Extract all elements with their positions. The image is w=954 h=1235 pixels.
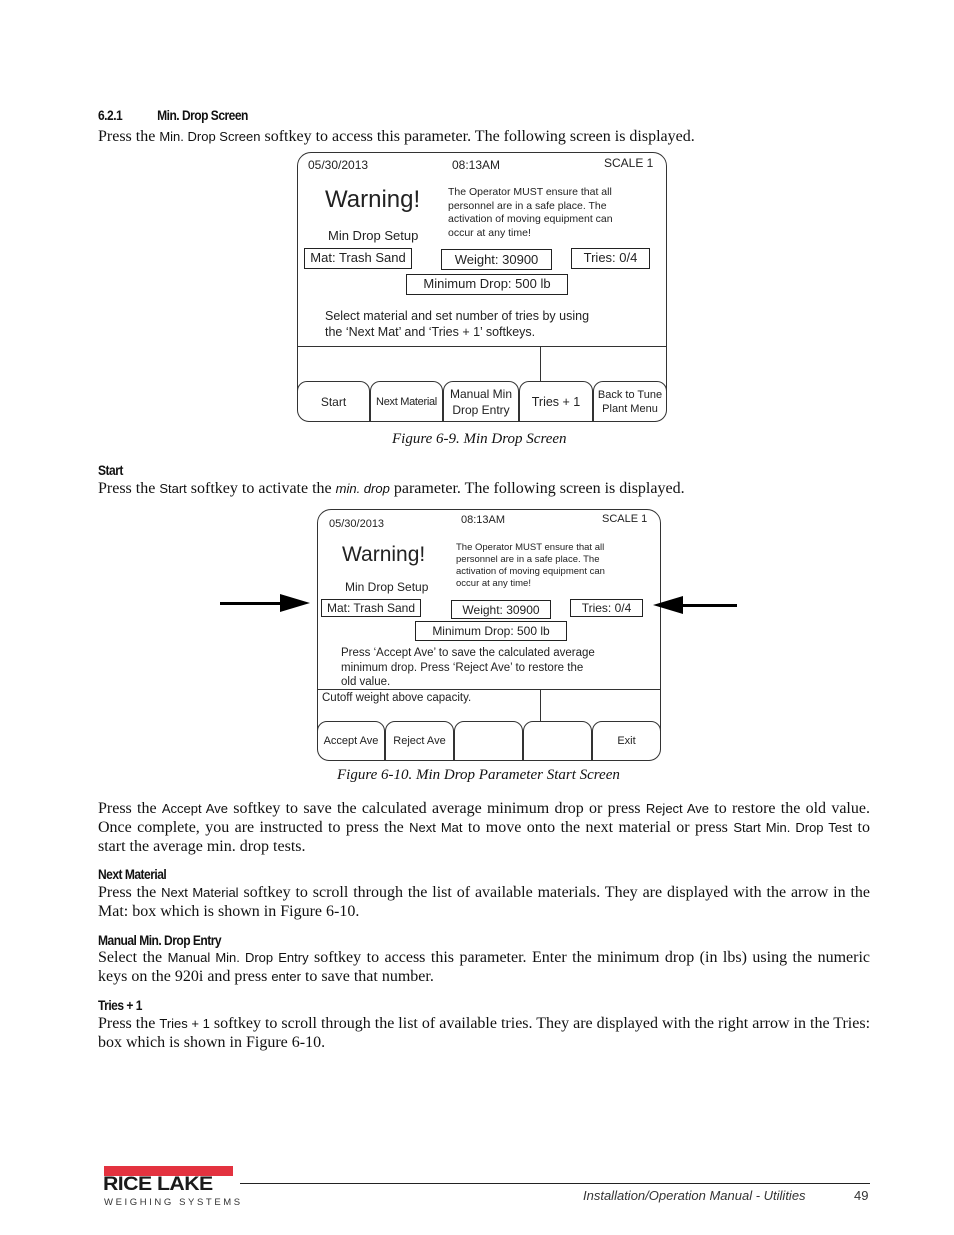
softkey-next-material[interactable]: Next Material bbox=[370, 381, 443, 422]
divider bbox=[540, 346, 541, 381]
weight-box: Weight: 30900 bbox=[441, 249, 552, 270]
section-title: Min. Drop Screen bbox=[157, 107, 248, 123]
weight-box: Weight: 30900 bbox=[451, 600, 551, 619]
setup-subtitle: Min Drop Setup bbox=[328, 228, 419, 243]
next-material-paragraph: Press the Next Material softkey to scrol… bbox=[98, 884, 871, 920]
softkey-manual-min-drop-entry[interactable]: Manual Min Drop Entry bbox=[443, 381, 519, 422]
subsection-heading-manual-entry: Manual Min. Drop Entry bbox=[98, 932, 222, 948]
accept-paragraph: Press the Accept Ave softkey to save the… bbox=[98, 800, 871, 855]
material-box[interactable]: Mat: Trash Sand bbox=[321, 599, 421, 617]
subsection-heading-start: Start bbox=[98, 462, 123, 478]
section-heading: 6.2.1 Min. Drop Screen bbox=[98, 107, 248, 123]
scale-label: SCALE 1 bbox=[604, 156, 654, 170]
instruction-text: Press ‘Accept Ave’ to save the calculate… bbox=[341, 647, 595, 688]
minimum-drop-box: Minimum Drop: 500 lb bbox=[406, 274, 568, 295]
date: 05/30/2013 bbox=[308, 158, 369, 172]
min-drop-start-screen-figure: 05/30/2013 08:13AM SCALE 1 Warning! Min … bbox=[317, 509, 661, 761]
tries-paragraph: Press the Tries + 1 softkey to scroll th… bbox=[98, 1015, 871, 1051]
section-intro: Press the Min. Drop Screen softkey to ac… bbox=[98, 128, 695, 145]
warning-title: Warning! bbox=[342, 543, 426, 566]
company-logo: RICE LAKE bbox=[103, 1174, 213, 1195]
company-logo-subtitle: WEIGHING SYSTEMS bbox=[104, 1197, 243, 1208]
time: 08:13AM bbox=[461, 514, 506, 526]
scale-label: SCALE 1 bbox=[602, 513, 648, 525]
arrow-right-icon bbox=[280, 594, 310, 612]
softkey-blank-3[interactable] bbox=[454, 721, 523, 761]
arrow-right-shaft bbox=[220, 602, 282, 605]
setup-subtitle: Min Drop Setup bbox=[345, 580, 429, 594]
softkey-ref: Min. Drop Screen bbox=[159, 129, 261, 144]
softkey-accept-ave[interactable]: Accept Ave bbox=[317, 721, 385, 761]
material-box[interactable]: Mat: Trash Sand bbox=[304, 248, 412, 269]
softkey-reject-ave[interactable]: Reject Ave bbox=[385, 721, 454, 761]
figure-caption: Figure 6-10. Min Drop Parameter Start Sc… bbox=[337, 767, 620, 783]
softkey-start[interactable]: Start bbox=[297, 381, 370, 422]
warning-message: The Operator MUST ensure that all person… bbox=[448, 186, 613, 239]
arrow-left-shaft bbox=[682, 604, 737, 607]
start-paragraph: Press the Start softkey to activate the … bbox=[98, 480, 685, 497]
warning-message: The Operator MUST ensure that all person… bbox=[456, 542, 605, 589]
min-drop-screen-figure: 05/30/2013 08:13AM SCALE 1 Warning! Min … bbox=[297, 152, 667, 422]
time: 08:13AM bbox=[452, 158, 501, 172]
softkey-exit[interactable]: Exit bbox=[592, 721, 661, 761]
arrow-left-icon bbox=[653, 596, 683, 614]
softkey-tries-plus-one[interactable]: Tries + 1 bbox=[519, 381, 593, 422]
tries-box[interactable]: Tries: 0/4 bbox=[571, 248, 650, 269]
section-number: 6.2.1 bbox=[98, 107, 123, 123]
manual-entry-paragraph: Select the Manual Min. Drop Entry softke… bbox=[98, 949, 870, 985]
warning-title: Warning! bbox=[325, 186, 421, 213]
divider bbox=[317, 689, 661, 690]
manual-title: Installation/Operation Manual - Utilitie… bbox=[583, 1188, 806, 1203]
figure-caption: Figure 6-9. Min Drop Screen bbox=[392, 431, 567, 447]
subsection-heading-next-material: Next Material bbox=[98, 866, 167, 882]
minimum-drop-box: Minimum Drop: 500 lb bbox=[415, 621, 567, 641]
instruction-text: Select material and set number of tries … bbox=[325, 309, 590, 339]
softkey-back-to-tune-plant-menu[interactable]: Back to Tune Plant Menu bbox=[593, 381, 667, 422]
divider bbox=[297, 346, 667, 347]
divider bbox=[540, 689, 541, 721]
status-message: Cutoff weight above capacity. bbox=[322, 692, 472, 704]
page-number: 49 bbox=[854, 1188, 869, 1203]
softkey-blank-4[interactable] bbox=[523, 721, 592, 761]
footer-rule bbox=[240, 1183, 870, 1184]
subsection-heading-tries: Tries + 1 bbox=[98, 997, 142, 1013]
date: 05/30/2013 bbox=[329, 518, 385, 530]
tries-box[interactable]: Tries: 0/4 bbox=[570, 599, 643, 617]
